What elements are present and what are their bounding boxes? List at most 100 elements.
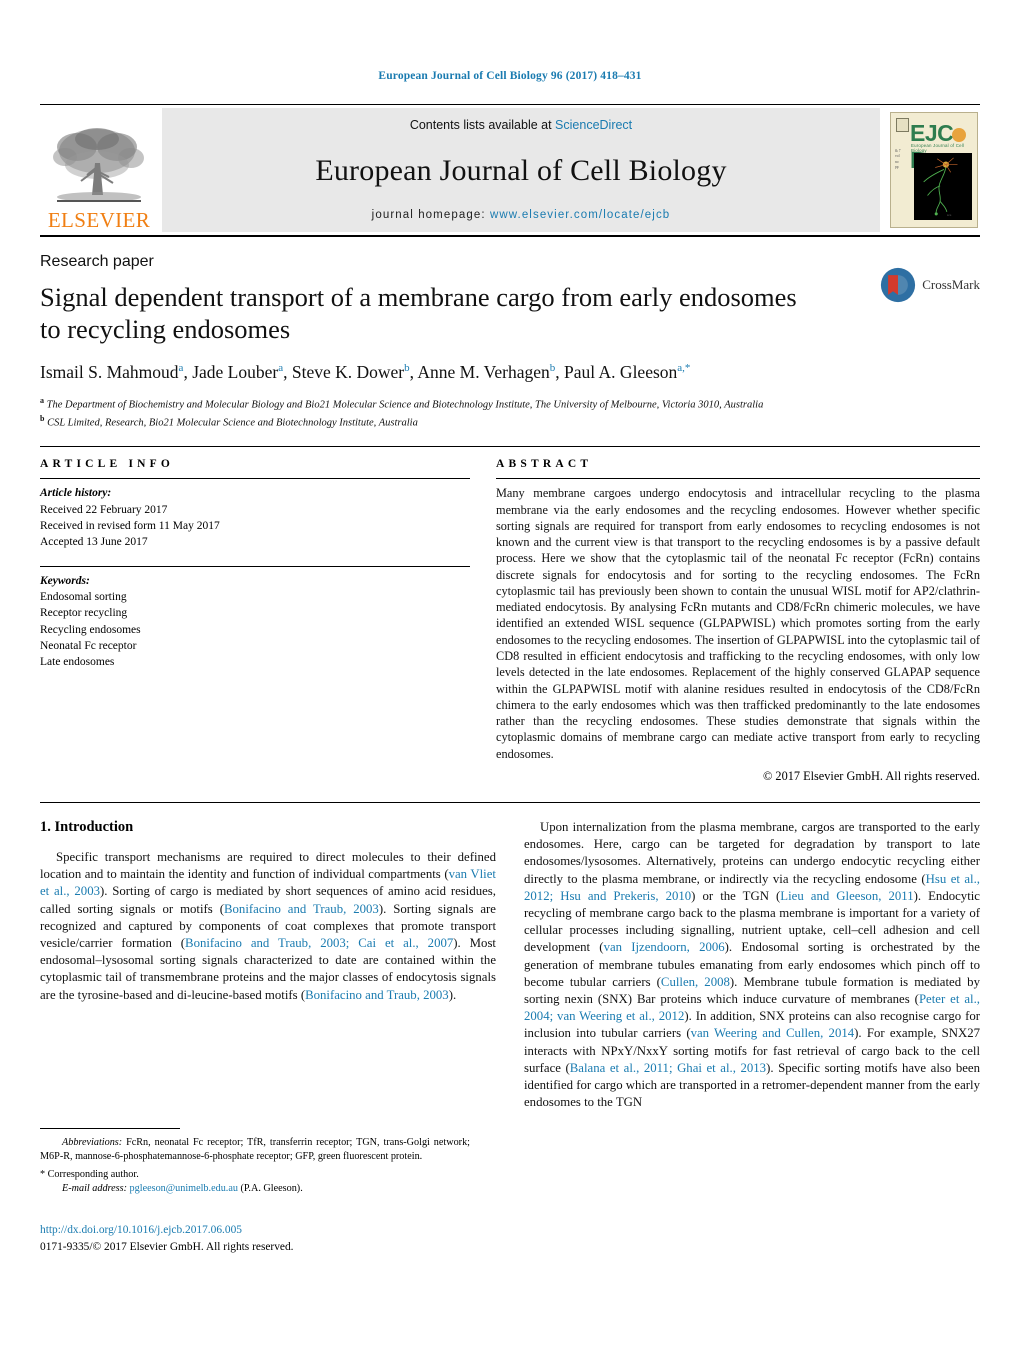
crossmark-icon bbox=[881, 267, 916, 303]
keywords-label: Keywords: bbox=[40, 574, 90, 587]
author-affiliation-marker: a bbox=[278, 361, 284, 374]
author-affiliation-marker: a,* bbox=[677, 361, 691, 374]
affiliation-line: b CSL Limited, Research, Bio21 Molecular… bbox=[40, 413, 418, 429]
intro-paragraph-left: Specific transport mechanisms are requir… bbox=[40, 850, 496, 1002]
abstract-heading: ABSTRACT bbox=[496, 458, 593, 471]
article-history-label: Article history: bbox=[40, 487, 112, 500]
affiliations: a The Department of Biochemistry and Mol… bbox=[40, 395, 980, 430]
author-name: Jade Louber bbox=[192, 361, 279, 382]
abbreviations-footnote: Abbreviations: FcRn, neonatal Fc recepto… bbox=[40, 1136, 470, 1165]
journal-homepage-line: journal homepage: www.elsevier.com/locat… bbox=[372, 209, 671, 221]
article-info-rule-top bbox=[40, 478, 470, 480]
neuron-illustration-icon: EJCB bbox=[923, 157, 958, 217]
sciencedirect-link[interactable]: ScienceDirect bbox=[555, 118, 632, 132]
citation-link[interactable]: Cullen, 2008 bbox=[661, 975, 730, 989]
cover-orange-dot-icon bbox=[952, 128, 967, 142]
svg-text:EJCB: EJCB bbox=[947, 215, 952, 217]
info-divider bbox=[40, 446, 980, 448]
email-link[interactable]: pgleeson@unimelb.edu.au bbox=[130, 1183, 238, 1194]
page-title: Signal dependent transport of a membrane… bbox=[40, 282, 797, 345]
intro-paragraph-right: Upon internalization from the plasma mem… bbox=[524, 820, 981, 1110]
affiliation-line: a The Department of Biochemistry and Mol… bbox=[40, 395, 764, 411]
footnotes-block: Abbreviations: FcRn, neonatal Fc recepto… bbox=[40, 1128, 470, 1197]
author-name: Paul A. Gleeson bbox=[564, 361, 678, 382]
email-label: E-mail address: bbox=[62, 1183, 127, 1195]
email-footnote: E-mail address: pgleeson@unimelb.edu.au … bbox=[40, 1182, 470, 1196]
author-name: Ismail S. Mahmoud bbox=[40, 361, 179, 382]
citation-link[interactable]: Bonifacino and Traub, 2003 bbox=[224, 902, 379, 916]
info-abstract-row: ARTICLE INFO Article history: Received 2… bbox=[40, 458, 980, 784]
cover-subtitle: European Journal of Cell Biology bbox=[911, 143, 965, 153]
email-suffix: (P.A. Gleeson). bbox=[237, 1183, 303, 1195]
corresponding-author-footnote: * Corresponding author. bbox=[40, 1168, 139, 1180]
crossmark-badge[interactable]: CrossMark bbox=[880, 267, 980, 303]
abstract-copyright: © 2017 Elsevier GmbH. All rights reserve… bbox=[763, 769, 980, 784]
homepage-url-link[interactable]: www.elsevier.com/locate/ejcb bbox=[490, 209, 670, 221]
keywords-group: Keywords: Endosomal sorting Receptor recy… bbox=[40, 573, 470, 671]
cover-corner-box-icon bbox=[896, 118, 909, 132]
elsevier-wordmark: ELSEVIER bbox=[47, 208, 151, 232]
abstract-column: ABSTRACT Many membrane cargoes undergo e… bbox=[496, 458, 980, 784]
journal-cover-container: EJCB European Journal of Cell Biology & … bbox=[888, 105, 980, 235]
title-block: Research paper Signal dependent transpor… bbox=[40, 253, 980, 384]
doi-block: http://dx.doi.org/10.1016/j.ejcb.2017.06… bbox=[40, 1222, 294, 1255]
cover-left-column-text: & 7 vol no pp bbox=[895, 149, 901, 170]
homepage-prefix: journal homepage: bbox=[371, 209, 490, 221]
article-history-item: Received in revised form 11 May 2017 bbox=[40, 519, 220, 532]
citation-link[interactable]: van Weering and Cullen, 2014 bbox=[691, 1026, 855, 1040]
article-info-column: ARTICLE INFO Article history: Received 2… bbox=[40, 458, 470, 784]
journal-cover-thumbnail: EJCB European Journal of Cell Biology & … bbox=[890, 112, 978, 228]
keyword-item: Late endosomes bbox=[40, 656, 115, 669]
body-column-right: Upon internalization from the plasma mem… bbox=[524, 819, 980, 1111]
footnote-rule bbox=[40, 1128, 180, 1129]
article-history-item: Accepted 13 June 2017 bbox=[40, 536, 148, 549]
abstract-text: Many membrane cargoes undergo endocytosi… bbox=[496, 486, 980, 761]
contents-prefix: Contents lists available at bbox=[409, 118, 556, 132]
running-head: European Journal of Cell Biology 96 (201… bbox=[378, 70, 642, 82]
author-name: Steve K. Dower bbox=[291, 361, 405, 382]
body-column-left: 1. Introduction Specific transport mecha… bbox=[40, 819, 496, 1111]
article-history-item: Received 22 February 2017 bbox=[40, 503, 168, 516]
article-history-list: Received 22 February 2017 Received in rev… bbox=[40, 502, 470, 551]
elsevier-tree-icon bbox=[53, 128, 144, 202]
journal-masthead: ELSEVIER Contents lists available at Sci… bbox=[40, 104, 980, 237]
body-columns: 1. Introduction Specific transport mecha… bbox=[40, 819, 980, 1111]
citation-link[interactable]: Peter et al., 2004; van Weering et al., … bbox=[524, 992, 980, 1023]
affiliation-marker: b bbox=[40, 413, 45, 423]
keyword-item: Neonatal Fc receptor bbox=[40, 639, 137, 652]
keyword-item: Receptor recycling bbox=[40, 607, 128, 620]
article-type-label: Research paper bbox=[40, 253, 154, 270]
crossmark-label: CrossMark bbox=[922, 277, 980, 292]
elsevier-logo: ELSEVIER bbox=[40, 105, 158, 235]
citation-link[interactable]: van Ijzendoorn, 2006 bbox=[604, 940, 725, 954]
contents-available-line: Contents lists available at ScienceDirec… bbox=[410, 118, 632, 132]
affiliation-marker: a bbox=[40, 395, 44, 405]
keyword-item: Endosomal sorting bbox=[40, 590, 127, 603]
citation-link[interactable]: Bonifacino and Traub, 2003; Cai et al., … bbox=[185, 936, 453, 950]
journal-article-page: European Journal of Cell Biology 96 (201… bbox=[0, 0, 1020, 1351]
author-name: Anne M. Verhagen bbox=[417, 361, 550, 382]
article-history-group: Article history: Received 22 February 20… bbox=[40, 485, 470, 550]
author-list: Ismail S. Mahmouda, Jade Loubera, Steve … bbox=[40, 361, 691, 382]
doi-link[interactable]: http://dx.doi.org/10.1016/j.ejcb.2017.06… bbox=[40, 1222, 294, 1239]
article-info-heading: ARTICLE INFO bbox=[40, 458, 175, 471]
abbreviations-label: Abbreviations: bbox=[62, 1137, 123, 1148]
issn-copyright-line: 0171-9335/© 2017 Elsevier GmbH. All righ… bbox=[40, 1240, 294, 1253]
masthead-center: Contents lists available at ScienceDirec… bbox=[162, 108, 880, 232]
keyword-item: Recycling endosomes bbox=[40, 623, 141, 636]
body-divider bbox=[40, 802, 980, 804]
journal-title: European Journal of Cell Biology bbox=[315, 153, 727, 187]
citation-link[interactable]: Balana et al., 2011; Ghai et al., 2013 bbox=[570, 1061, 766, 1075]
citation-link[interactable]: Bonifacino and Traub, 2003 bbox=[305, 988, 449, 1002]
cover-photo: EJCB bbox=[914, 153, 972, 220]
author-affiliation-marker: a bbox=[178, 361, 184, 374]
section-heading-introduction: 1. Introduction bbox=[40, 819, 134, 836]
citation-link[interactable]: van Vliet et al., 2003 bbox=[40, 867, 496, 898]
author-affiliation-marker: b bbox=[404, 361, 410, 374]
citation-link[interactable]: Lieu and Gleeson, 2011 bbox=[780, 889, 913, 903]
author-affiliation-marker: b bbox=[549, 361, 556, 374]
keywords-list: Endosomal sorting Receptor recycling Recyc… bbox=[40, 589, 470, 671]
keywords-rule bbox=[40, 565, 470, 567]
abstract-rule-top bbox=[496, 478, 980, 480]
